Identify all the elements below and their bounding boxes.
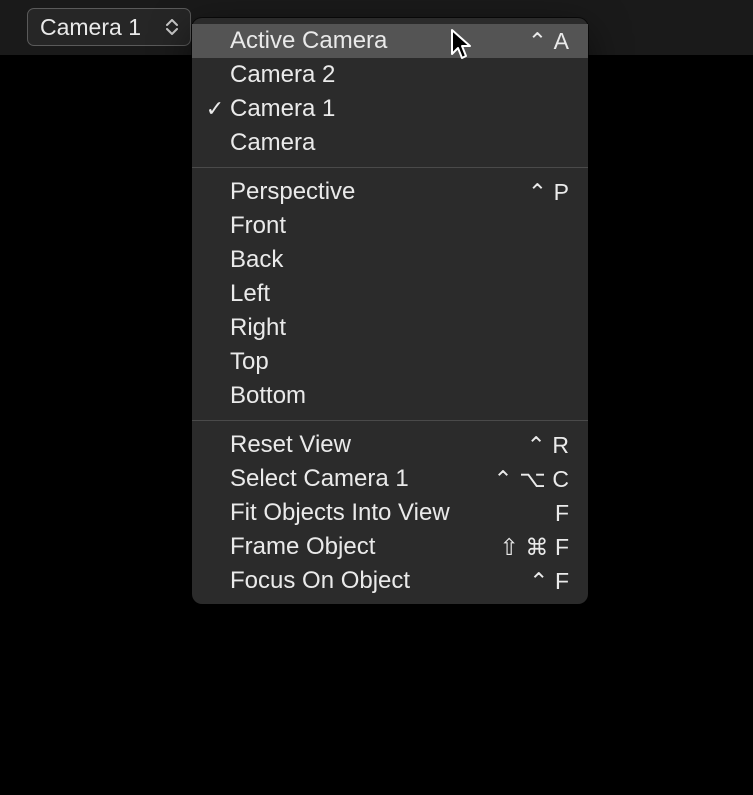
menu-item-right[interactable]: Right — [192, 311, 588, 345]
menu-item-camera[interactable]: Camera — [192, 126, 588, 160]
camera-view-menu: Active Camera⌃ ACamera 2✓Camera 1CameraP… — [192, 18, 588, 604]
menu-item-shortcut: ⇧ ⌘ F — [499, 534, 570, 561]
menu-item-fit-objects-into-view[interactable]: Fit Objects Into ViewF — [192, 496, 588, 530]
menu-item-reset-view[interactable]: Reset View⌃ R — [192, 428, 588, 462]
menu-item-label: Right — [230, 314, 500, 342]
menu-item-select-camera-1[interactable]: Select Camera 1⌃ ⌥ C — [192, 462, 588, 496]
menu-item-shortcut: ⌃ ⌥ C — [493, 466, 570, 493]
camera-select-label: Camera 1 — [40, 14, 158, 41]
menu-item-shortcut: ⌃ F — [500, 568, 570, 595]
menu-item-label: Front — [230, 212, 500, 240]
menu-item-label: Active Camera — [230, 27, 500, 55]
menu-item-frame-object[interactable]: Frame Object⇧ ⌘ F — [192, 530, 588, 564]
updown-chevron-icon — [166, 19, 178, 35]
menu-item-shortcut: F — [500, 500, 570, 527]
menu-item-shortcut: ⌃ P — [500, 179, 570, 206]
menu-item-perspective[interactable]: Perspective⌃ P — [192, 175, 588, 209]
menu-item-label: Camera 2 — [230, 61, 500, 89]
menu-item-focus-on-object[interactable]: Focus On Object⌃ F — [192, 564, 588, 598]
menu-item-left[interactable]: Left — [192, 277, 588, 311]
menu-separator — [192, 167, 588, 168]
menu-item-label: Camera 1 — [230, 95, 500, 123]
menu-item-label: Reset View — [230, 431, 500, 459]
menu-item-label: Frame Object — [230, 533, 499, 561]
menu-item-label: Top — [230, 348, 500, 376]
menu-item-shortcut: ⌃ R — [500, 432, 570, 459]
menu-item-back[interactable]: Back — [192, 243, 588, 277]
camera-select-button[interactable]: Camera 1 — [27, 8, 191, 46]
menu-item-top[interactable]: Top — [192, 345, 588, 379]
menu-item-camera-2[interactable]: Camera 2 — [192, 58, 588, 92]
menu-item-front[interactable]: Front — [192, 209, 588, 243]
menu-item-label: Select Camera 1 — [230, 465, 493, 493]
menu-item-label: Focus On Object — [230, 567, 500, 595]
menu-item-label: Perspective — [230, 178, 500, 206]
menu-item-bottom[interactable]: Bottom — [192, 379, 588, 413]
checkmark-icon: ✓ — [200, 96, 230, 122]
menu-separator — [192, 420, 588, 421]
menu-item-label: Left — [230, 280, 500, 308]
menu-item-camera-1[interactable]: ✓Camera 1 — [192, 92, 588, 126]
menu-item-label: Fit Objects Into View — [230, 499, 500, 527]
menu-item-label: Bottom — [230, 382, 500, 410]
menu-item-shortcut: ⌃ A — [500, 28, 570, 55]
menu-item-active-camera[interactable]: Active Camera⌃ A — [192, 24, 588, 58]
menu-item-label: Back — [230, 246, 500, 274]
menu-item-label: Camera — [230, 129, 500, 157]
